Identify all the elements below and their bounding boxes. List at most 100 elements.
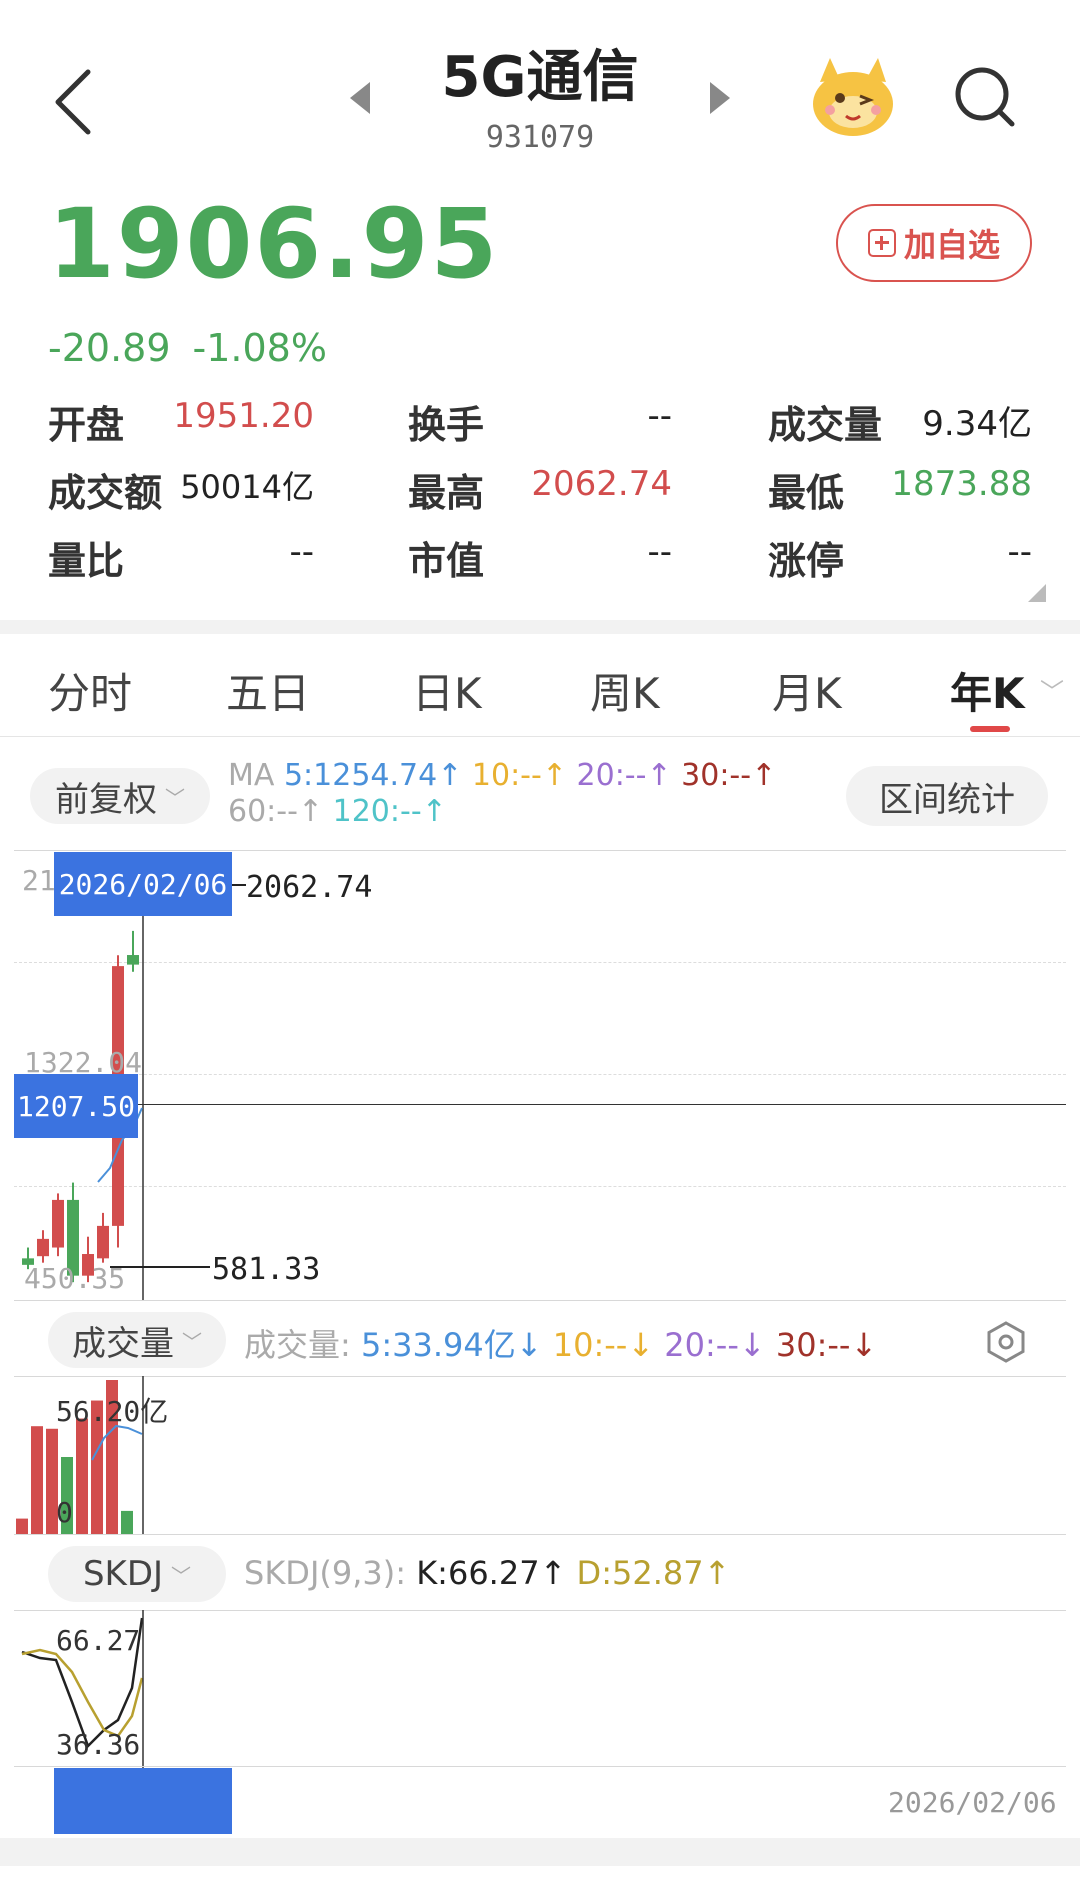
skdj-indicator-selector[interactable]: SKDJ ﹀ [48, 1546, 226, 1602]
volume-indicator-label: 成交量 [72, 1323, 174, 1364]
kline-chart[interactable] [0, 850, 1080, 1300]
volume-indicator-selector[interactable]: 成交量 ﹀ [48, 1312, 226, 1368]
stat-value-volume: 9.34亿 [922, 404, 1032, 444]
change-value: -20.89 [48, 326, 171, 370]
volume-ma30: 30:--↓ [775, 1326, 878, 1364]
volume-bar [31, 1426, 43, 1534]
add-to-watchlist-button[interactable]: 加自选 [836, 204, 1032, 282]
stat-value-turnover: -- [647, 396, 672, 436]
stat-label-market-cap: 市值 [408, 539, 485, 583]
skdj-bottom-tick: 36.36 [56, 1728, 141, 1761]
tab-yearly-k[interactable]: 年K [950, 660, 1025, 721]
range-statistics-button[interactable]: 区间统计 [846, 766, 1048, 826]
tab-intraday[interactable]: 分时 [48, 660, 132, 721]
next-index-arrow-icon[interactable] [706, 80, 734, 116]
ma-prefix: MA [228, 758, 275, 793]
high-callout-label: 2062.74 [246, 870, 373, 905]
skdj-top-tick: 66.27 [56, 1624, 141, 1657]
stat-value-limit-up: -- [1007, 532, 1032, 572]
stat-label-limit-up: 涨停 [768, 539, 845, 583]
volume-ma20: 20:--↓ [664, 1326, 766, 1364]
date-axis-cursor-tag [54, 1768, 232, 1834]
ma60-value: 60:--↑ [228, 794, 324, 829]
stat-value-high: 2062.74 [531, 464, 672, 504]
active-tab-indicator [970, 726, 1010, 732]
ma5-value: 5:1254.74↑ [283, 758, 463, 793]
ma-legend-row-2: 60:--↑ 120:--↑ [228, 794, 447, 829]
previous-index-arrow-icon[interactable] [346, 80, 374, 116]
plus-icon [867, 229, 896, 257]
bottom-divider [0, 1838, 1080, 1866]
date-axis-end-label: 2026/02/06 [888, 1786, 1057, 1819]
candle-body [127, 955, 139, 965]
ma-legend-row-1: MA 5:1254.74↑ 10:--↑ 20:--↑ 30:--↑ [228, 758, 776, 793]
chevron-down-icon: ﹀ [171, 1563, 192, 1588]
search-icon[interactable] [950, 62, 1020, 132]
skdj-bottom-border [14, 1766, 1066, 1767]
adjustment-selector-label: 前复权 [55, 779, 157, 820]
volume-max-tick: 56.20亿 [56, 1395, 169, 1428]
tab-monthly-k[interactable]: 月K [772, 660, 842, 721]
expand-corner-icon[interactable] [1028, 584, 1046, 602]
stat-label-low: 最低 [768, 471, 845, 515]
mascot-icon[interactable] [806, 52, 900, 142]
back-icon[interactable] [44, 62, 104, 142]
volume-bar [76, 1418, 88, 1534]
crosshair-value-tag: 1207.50 [14, 1074, 138, 1138]
candle-body [52, 1199, 64, 1248]
volume-zero-tick: 0 [56, 1496, 73, 1529]
stat-value-amount: 50014亿 [180, 468, 314, 506]
settings-icon[interactable] [984, 1320, 1028, 1364]
stat-value-volume-ratio: -- [289, 532, 314, 572]
stat-label-high: 最高 [408, 471, 485, 515]
skdj-prefix: SKDJ(9,3): [244, 1554, 407, 1592]
high-callout-line [232, 884, 246, 886]
skdj-d-value: D:52.87↑ [576, 1554, 731, 1592]
skdj-k-value: K:66.27↑ [416, 1554, 567, 1592]
volume-bar [16, 1518, 28, 1534]
stat-label-volume-ratio: 量比 [48, 539, 125, 583]
range-statistics-label: 区间统计 [879, 779, 1015, 820]
selected-date-tag: 2026/02/06 [54, 852, 232, 916]
kline-top-tick: 21 [22, 864, 56, 897]
price-change: -20.89 -1.08% [48, 326, 349, 370]
volume-prefix: 成交量: [244, 1326, 351, 1364]
current-price: 1906.95 [48, 188, 500, 300]
ma10-value: 10:--↑ [471, 758, 567, 793]
volume-legend: 成交量: 5:33.94亿↓ 10:--↓ 20:--↓ 30:--↓ [244, 1320, 877, 1366]
volume-bottom-border [14, 1534, 1066, 1535]
stat-value-low: 1873.88 [891, 464, 1032, 504]
skdj-indicator-label: SKDJ [82, 1554, 164, 1594]
candle-body [97, 1225, 109, 1259]
skdj-legend: SKDJ(9,3): K:66.27↑ D:52.87↑ [244, 1554, 730, 1592]
stat-label-turnover: 换手 [408, 403, 485, 447]
adjustment-selector[interactable]: 前复权 ﹀ [30, 768, 210, 824]
add-to-watchlist-label: 加自选 [903, 226, 1000, 264]
stat-value-market-cap: -- [647, 532, 672, 572]
stat-label-amount: 成交额 [48, 471, 163, 515]
tab-divider [0, 736, 1080, 737]
ma30-value: 30:--↑ [681, 758, 777, 793]
crosshair-horizontal [14, 1104, 1066, 1105]
page-title: 5G通信 [441, 45, 639, 110]
volume-bar [121, 1510, 133, 1534]
tab-weekly-k[interactable]: 周K [590, 660, 660, 721]
chevron-down-icon: ﹀ [182, 1329, 202, 1354]
stat-label-volume: 成交量 [768, 403, 883, 447]
chevron-down-icon: ﹀ [165, 785, 185, 810]
tab-five-day[interactable]: 五日 [226, 660, 310, 721]
tab-daily-k[interactable]: 日K [412, 660, 482, 721]
ma120-value: 120:--↑ [332, 794, 447, 829]
section-divider [0, 620, 1080, 634]
index-code: 931079 [485, 120, 595, 155]
change-percent: -1.08% [192, 326, 327, 370]
candle-body [37, 1238, 49, 1257]
skdj-d-line [21, 1648, 144, 1738]
stat-label-open: 开盘 [48, 403, 125, 447]
tab-dropdown-chevron-icon[interactable]: ﹀ [1040, 672, 1064, 707]
volume-ma10: 10:--↓ [552, 1326, 655, 1364]
ma20-value: 20:--↑ [576, 758, 672, 793]
skdj-chart[interactable] [0, 1610, 1080, 1768]
low-callout-label: 581.33 [212, 1252, 321, 1287]
volume-ma5: 5:33.94亿↓ [360, 1326, 543, 1364]
